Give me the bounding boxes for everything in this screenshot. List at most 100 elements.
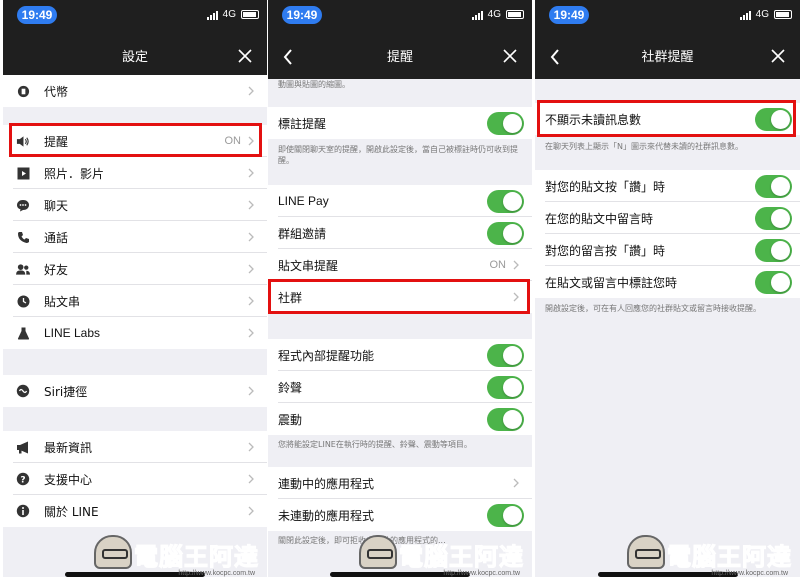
- settings-item-label: 最新資訊: [44, 440, 93, 455]
- chevron-right-icon: [248, 506, 254, 516]
- info-icon: [16, 504, 30, 518]
- vibration-row: 震動: [268, 403, 532, 435]
- signal-icon: [471, 10, 483, 20]
- watermark-text: 電腦王阿達: [134, 543, 259, 571]
- chevron-right-icon: [248, 168, 254, 178]
- signal-icon: [206, 10, 218, 20]
- svg-text:?: ?: [20, 476, 25, 486]
- sound-toggle[interactable]: [487, 375, 524, 399]
- status-bar: 19:49 4G: [3, 0, 267, 34]
- status-value: ON: [489, 259, 507, 271]
- settings-item-coins[interactable]: 代幣: [3, 75, 267, 107]
- row-label: 在貼文或留言中標註您時: [545, 275, 678, 290]
- section-note: 動圖與貼圖的縮圖。: [278, 80, 350, 89]
- settings-item-news[interactable]: 最新資訊: [3, 431, 267, 463]
- mascot-logo: [359, 535, 397, 569]
- row-label: 對您的貼文按「讚」時: [545, 179, 666, 194]
- mention-toggle[interactable]: [487, 111, 524, 135]
- close-icon[interactable]: [237, 48, 253, 64]
- row-label: 對您的留言按「讚」時: [545, 243, 666, 258]
- network-type: 4G: [222, 9, 236, 20]
- siri-icon: [16, 384, 30, 398]
- status-bar: 19:49 4G: [535, 0, 800, 34]
- battery-icon: [241, 10, 259, 19]
- settings-item-friends[interactable]: 好友: [3, 253, 267, 285]
- settings-item-chat[interactable]: 聊天: [3, 189, 267, 221]
- network-type: 4G: [487, 9, 501, 20]
- watermark: 電腦王阿達: [359, 535, 524, 571]
- community-notifications-screen: 19:49 4G 社群提醒 不顯示未讀訊息數 在聊天列表上顯示「N」圖示來代替未…: [535, 0, 800, 577]
- status-time: 19:49: [549, 6, 589, 24]
- chevron-right-icon: [248, 386, 254, 396]
- notifications-screen: 19:49 4G 提醒 動圖與貼圖的縮圖。 標註提醒 即使關閉聊天室的提醒，開啟…: [268, 0, 532, 577]
- row-label: 標註提醒: [278, 116, 327, 131]
- settings-item-photos-videos[interactable]: 照片．影片: [3, 157, 267, 189]
- settings-item-help-center[interactable]: ? 支援中心: [3, 463, 267, 495]
- status-time: 19:49: [282, 6, 322, 24]
- mention-post-toggle[interactable]: [755, 270, 792, 294]
- linked-apps-row[interactable]: 連動中的應用程式: [268, 467, 532, 499]
- close-icon[interactable]: [770, 48, 786, 64]
- megaphone-icon: [16, 440, 30, 454]
- row-label: 程式內部提醒功能: [278, 348, 375, 363]
- chevron-right-icon: [248, 86, 254, 96]
- page-title: 提醒: [386, 50, 413, 65]
- line-pay-toggle[interactable]: [487, 189, 524, 213]
- chevron-right-icon: [248, 474, 254, 484]
- mention-post-row: 在貼文或留言中標註您時: [535, 266, 800, 298]
- help-icon: ?: [16, 472, 30, 486]
- row-label: 在您的貼文中留言時: [545, 211, 654, 226]
- unlinked-apps-row: 未連動的應用程式: [268, 499, 532, 531]
- highlight-box: [537, 100, 796, 137]
- row-label: LINE Pay: [278, 194, 329, 208]
- settings-item-label: LINE Labs: [44, 326, 101, 340]
- row-label: 群組邀請: [278, 226, 327, 241]
- section-note: 在聊天列表上顯示「N」圖示來代替未讀的社群訊息數。: [545, 142, 743, 151]
- timeline-icon: [16, 294, 30, 308]
- section-note: 您將能設定LINE在執行時的提醒、鈴聲、震動等項目。: [278, 440, 472, 449]
- settings-item-label: 好友: [44, 262, 69, 277]
- settings-item-timeline[interactable]: 貼文串: [3, 285, 267, 317]
- settings-item-line-labs[interactable]: LINE Labs: [3, 317, 267, 349]
- battery-icon: [774, 10, 792, 19]
- row-label: 鈴聲: [278, 380, 303, 395]
- settings-item-label: Siri捷徑: [44, 384, 88, 399]
- settings-item-label: 聊天: [44, 198, 69, 213]
- comment-post-toggle[interactable]: [755, 206, 792, 230]
- chevron-right-icon: [513, 478, 519, 488]
- unlinked-apps-toggle[interactable]: [487, 503, 524, 527]
- group-invite-toggle[interactable]: [487, 221, 524, 245]
- mention-notification-row: 標註提醒: [268, 107, 532, 139]
- highlight-box: [268, 279, 530, 314]
- chevron-right-icon: [513, 260, 519, 270]
- group-invite-row: 群組邀請: [268, 217, 532, 249]
- chevron-right-icon: [248, 328, 254, 338]
- settings-item-calls[interactable]: 通話: [3, 221, 267, 253]
- battery-icon: [506, 10, 524, 19]
- watermark-text: 電腦王阿達: [399, 543, 524, 571]
- media-icon: [16, 166, 30, 180]
- close-icon[interactable]: [502, 48, 518, 64]
- section-note: 開啟設定後，可在有人回應您的社群貼文或留言時接收提醒。: [545, 304, 761, 313]
- settings-item-label: 照片．影片: [44, 166, 105, 181]
- settings-screen: 19:49 4G 設定 代幣 提醒 ON 照片．影片 聊天 通話 好友 貼文串 …: [3, 0, 267, 577]
- timeline-notification-row[interactable]: 貼文串提醒 ON: [268, 249, 532, 281]
- row-label: 未連動的應用程式: [278, 508, 375, 523]
- settings-item-about-line[interactable]: 關於 LINE: [3, 495, 267, 527]
- like-comment-row: 對您的留言按「讚」時: [535, 234, 800, 266]
- in-app-notification-toggle[interactable]: [487, 343, 524, 367]
- highlight-box: [9, 123, 262, 157]
- network-type: 4G: [755, 9, 769, 20]
- row-label: 貼文串提醒: [278, 258, 339, 273]
- settings-item-siri-shortcuts[interactable]: Siri捷徑: [3, 375, 267, 407]
- like-comment-toggle[interactable]: [755, 238, 792, 262]
- phone-icon: [16, 230, 30, 244]
- settings-item-label: 貼文串: [44, 294, 81, 309]
- status-bar: 19:49 4G: [268, 0, 532, 34]
- vibration-toggle[interactable]: [487, 407, 524, 431]
- like-post-toggle[interactable]: [755, 174, 792, 198]
- watermark-text: 電腦王阿達: [667, 543, 792, 571]
- settings-item-label: 代幣: [44, 84, 69, 99]
- nav-bar: 提醒: [268, 34, 532, 79]
- watermark-url: http://www.kocpc.com.tw: [178, 570, 255, 577]
